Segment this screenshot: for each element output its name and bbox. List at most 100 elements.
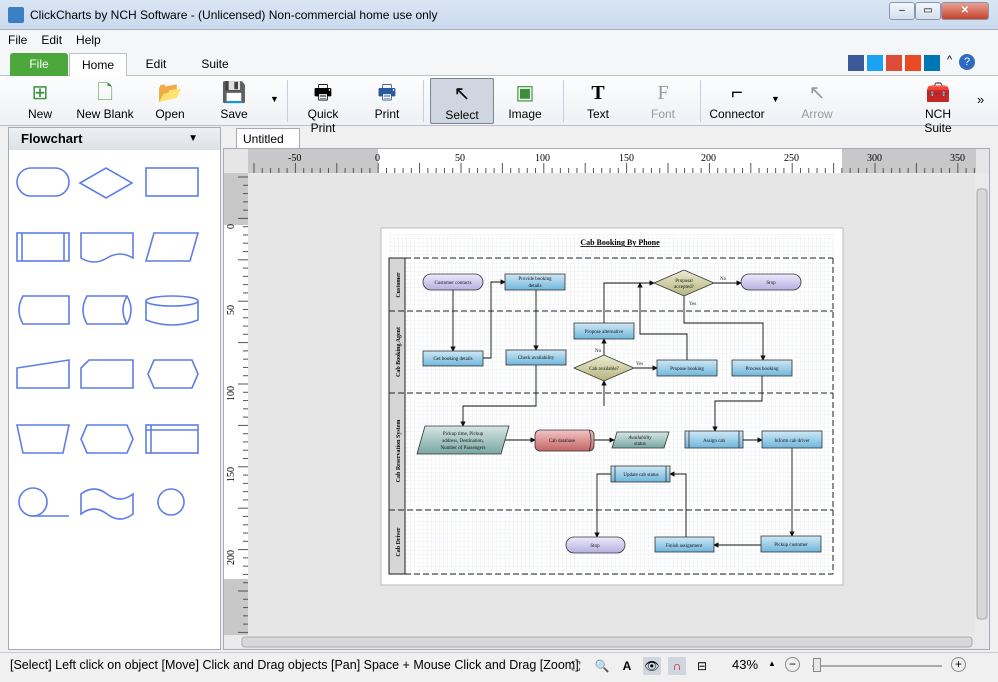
help-icon[interactable]: ?	[959, 54, 975, 70]
font-button[interactable]: F Font	[645, 78, 681, 124]
zoom-out-button[interactable]: −	[785, 657, 800, 672]
zoom-page-icon[interactable]: 🔍	[593, 657, 611, 675]
ruler-label: 350	[950, 153, 965, 164]
image-button[interactable]: ▣ Image	[505, 78, 545, 124]
shape-sequential-data[interactable]	[18, 487, 48, 517]
shape-display[interactable]	[147, 359, 199, 389]
stumbleupon-icon[interactable]	[905, 55, 921, 71]
lane-label-customer[interactable]: Customer	[396, 272, 402, 298]
ruler-label: 200	[701, 153, 716, 164]
maximize-button[interactable]: ▭	[915, 2, 941, 20]
close-button[interactable]: ✕	[941, 2, 989, 20]
node-label: Stop	[766, 281, 776, 286]
status-message: [Select] Left click on object [Move] Cli…	[10, 658, 579, 672]
zoom-level[interactable]: 43%	[732, 657, 758, 672]
shape-stored-data[interactable]	[18, 295, 70, 325]
node-label: details	[528, 284, 541, 289]
node-label: Pickup time, Pickup	[443, 432, 484, 437]
connector-button[interactable]: ⌐ Connector	[708, 78, 766, 124]
node-label: Proposal	[675, 279, 693, 284]
diagram-page[interactable]: Cab Booking By Phone Customer Cab Bookin…	[380, 227, 844, 586]
shape-terminator[interactable]	[16, 167, 70, 197]
horizontal-scrollbar-thumb[interactable]	[241, 636, 973, 648]
status-bar: [Select] Left click on object [Move] Cli…	[0, 652, 998, 682]
new-blank-button[interactable]: 🗋 New Blank	[76, 78, 134, 124]
quick-print-button[interactable]: 🖶 Quick Print	[295, 78, 351, 135]
node-label: Customer contacts	[434, 281, 471, 286]
node-label: Propose booking	[670, 367, 704, 372]
zoom-slider-thumb[interactable]	[813, 658, 821, 672]
text-icon: T	[591, 82, 605, 104]
canvas[interactable]: -50 0 50 100 150 200 250 300 350 0 50 10…	[224, 149, 989, 649]
font-icon: F	[657, 82, 669, 104]
lane-label-agent[interactable]: Cab Booking Agent	[396, 327, 402, 377]
select-button[interactable]: ↖ Select	[430, 78, 494, 124]
ruler-label: 100	[226, 386, 237, 401]
minimize-button[interactable]: –	[889, 2, 915, 20]
collapse-ribbon-icon[interactable]: ^	[947, 54, 952, 66]
menu-bar: File Edit Help	[0, 30, 998, 50]
shape-predefined-process[interactable]	[16, 232, 70, 262]
tab-suite[interactable]: Suite	[186, 53, 244, 76]
save-icon: 💾	[221, 82, 247, 104]
shape-punched-tape[interactable]	[80, 488, 134, 520]
zoom-dropdown-icon[interactable]: ▲	[768, 659, 776, 668]
node-label: Update cab status	[623, 473, 658, 478]
shape-document[interactable]	[80, 232, 134, 263]
shape-category-dropdown[interactable]: Flowchart ▼	[9, 128, 220, 150]
connector-dropdown-icon[interactable]: ▼	[771, 94, 780, 104]
edge-label: Yes	[689, 302, 696, 307]
node-label: accepted?	[674, 285, 694, 290]
vertical-scrollbar-thumb[interactable]	[976, 188, 988, 620]
menu-help[interactable]: Help	[68, 30, 107, 47]
google-plus-icon[interactable]	[886, 55, 902, 71]
save-button[interactable]: 💾 Save	[214, 78, 254, 124]
shape-preparation[interactable]	[80, 424, 134, 454]
snap-magnet-icon[interactable]: ∩	[668, 657, 686, 675]
print-button[interactable]: 🖶 Print	[367, 78, 407, 124]
print-icon: 🖶	[377, 82, 397, 104]
view-icon[interactable]: 👁	[643, 657, 661, 675]
ruler-label: 150	[619, 153, 634, 164]
facebook-icon[interactable]	[848, 55, 864, 71]
arrow-button[interactable]: ↖ Arrow	[795, 78, 839, 124]
canvas-area: -50 0 50 100 150 200 250 300 350 0 50 10…	[223, 148, 990, 650]
new-button[interactable]: ⊞ New	[18, 78, 62, 124]
document-tab[interactable]: Untitled ✕	[236, 128, 300, 160]
diagram-title[interactable]: Cab Booking By Phone	[580, 238, 660, 247]
node-label: Process booking	[746, 367, 779, 372]
menu-file[interactable]: File	[0, 30, 33, 47]
shape-manual-operation[interactable]	[16, 424, 70, 454]
tab-home[interactable]: Home	[69, 53, 127, 76]
zoom-in-button[interactable]: +	[951, 657, 966, 672]
zoom-slider[interactable]	[812, 665, 942, 667]
ruler-label: 0	[375, 153, 380, 164]
layout-icon[interactable]: ⊟	[693, 657, 711, 675]
ruler-label: 300	[867, 153, 882, 164]
shape-card[interactable]	[80, 359, 134, 389]
lane-label-driver[interactable]: Cab Driver	[396, 527, 402, 556]
shape-connector[interactable]	[157, 488, 185, 516]
shape-process[interactable]	[145, 167, 199, 197]
shape-decision[interactable]	[78, 167, 134, 199]
text-label-icon[interactable]: A	[618, 657, 636, 675]
node-label: Check availability	[518, 356, 555, 361]
lane-label-system[interactable]: Cab Reservation System	[396, 420, 402, 483]
save-dropdown-icon[interactable]: ▼	[270, 94, 279, 104]
shape-data[interactable]	[144, 232, 200, 262]
node-label: address, Destination,	[442, 439, 484, 444]
linkedin-icon[interactable]	[924, 55, 940, 71]
node-label: Pickup customer	[774, 543, 808, 548]
tab-edit[interactable]: Edit	[127, 53, 185, 76]
sidebar-resize-handle[interactable]	[208, 618, 218, 626]
nch-suite-button[interactable]: 🧰 NCH Suite	[910, 78, 966, 135]
menu-edit[interactable]: Edit	[33, 30, 68, 47]
fit-page-icon[interactable]: ⛶	[567, 657, 585, 675]
shape-manual-input[interactable]	[16, 359, 70, 389]
twitter-icon[interactable]	[867, 55, 883, 71]
tab-file[interactable]: File	[10, 53, 68, 76]
toolbar: ⊞ New 🗋 New Blank 📂 Open 💾 Save ▼ 🖶 Quick Pri…	[0, 76, 998, 135]
more-tools-icon[interactable]: »	[977, 92, 984, 107]
open-button[interactable]: 📂 Open	[150, 78, 190, 124]
text-button[interactable]: T Text	[580, 78, 616, 124]
